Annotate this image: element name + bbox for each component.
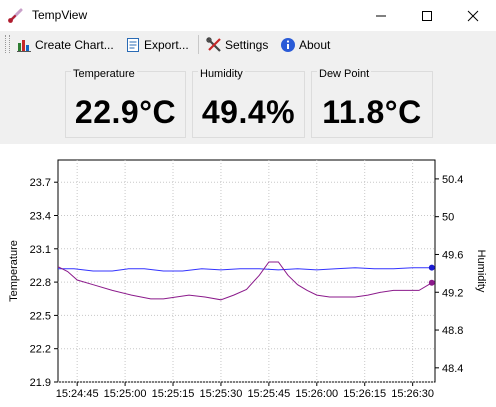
toolbar: Create Chart... Export... Settings About bbox=[0, 31, 496, 58]
y2-tick-label: 50.4 bbox=[442, 174, 463, 186]
temperature-readout: Temperature 22.9°C bbox=[65, 68, 186, 138]
temperature-series-endpoint bbox=[428, 264, 435, 271]
chart-panel: 15:24:45 15:25:00 15:25:15 15:25:30 15:25:45… bbox=[0, 144, 496, 407]
minimize-icon bbox=[376, 15, 386, 17]
y2-tick-label: 48.8 bbox=[442, 325, 463, 337]
settings-label: Settings bbox=[225, 37, 269, 52]
thermometer-icon bbox=[7, 6, 25, 24]
dewpoint-readout: Dew Point 11.8°C bbox=[311, 68, 433, 138]
info-icon bbox=[280, 37, 296, 53]
dewpoint-value: 11.8°C bbox=[322, 94, 422, 130]
x-tick-label: 15:26:00 bbox=[295, 388, 338, 400]
x-tick-label: 15:25:00 bbox=[104, 388, 147, 400]
readout-panel: Temperature 22.9°C Humidity 49.4% Dew Po… bbox=[0, 58, 496, 144]
title-bar: TempView bbox=[0, 0, 496, 31]
y-tick-label: 22.8 bbox=[30, 277, 51, 289]
create-chart-label: Create Chart... bbox=[35, 37, 114, 52]
close-icon bbox=[467, 10, 479, 22]
tools-icon bbox=[206, 36, 222, 53]
export-button[interactable]: Export... bbox=[125, 34, 189, 55]
toolbar-grip[interactable] bbox=[5, 35, 10, 53]
maximize-icon bbox=[422, 11, 432, 21]
minimize-button[interactable] bbox=[358, 0, 404, 31]
temperature-label: Temperature bbox=[71, 68, 137, 80]
y-tick-label: 22.5 bbox=[30, 310, 51, 322]
humidity-readout: Humidity 49.4% bbox=[192, 68, 305, 138]
temperature-value: 22.9°C bbox=[74, 94, 177, 130]
y-tick-label: 23.1 bbox=[30, 244, 51, 256]
window-title: TempView bbox=[32, 8, 88, 22]
line-chart: 15:24:45 15:25:00 15:25:15 15:25:30 15:25:45… bbox=[8, 159, 487, 400]
y-tick-label: 22.2 bbox=[30, 344, 51, 356]
y2-tick-label: 48.4 bbox=[442, 363, 463, 375]
x-tick-label: 15:24:45 bbox=[56, 388, 99, 400]
about-button[interactable]: About bbox=[280, 34, 330, 55]
create-chart-button[interactable]: Create Chart... bbox=[16, 34, 114, 55]
x-tick-label: 15:25:30 bbox=[200, 388, 243, 400]
settings-button[interactable]: Settings bbox=[206, 34, 268, 55]
y-tick-label: 23.7 bbox=[30, 177, 51, 189]
x-tick-label: 15:26:15 bbox=[343, 388, 386, 400]
y2-axis-label: Humidity bbox=[475, 250, 487, 293]
x-tick-label: 15:26:30 bbox=[391, 388, 434, 400]
dewpoint-label: Dew Point bbox=[317, 68, 372, 80]
x-tick-label: 15:25:15 bbox=[152, 388, 195, 400]
about-label: About bbox=[299, 37, 331, 52]
y-tick-label: 23.4 bbox=[30, 211, 51, 223]
maximize-button[interactable] bbox=[404, 0, 450, 31]
humidity-series-endpoint bbox=[428, 279, 435, 286]
humidity-value: 49.4% bbox=[201, 94, 296, 130]
y-tick-label: 21.9 bbox=[30, 377, 51, 389]
chart-icon bbox=[16, 37, 32, 53]
toolbar-separator bbox=[198, 35, 199, 54]
y-axis-label: Temperature bbox=[8, 240, 20, 302]
humidity-label: Humidity bbox=[198, 68, 245, 80]
export-label: Export... bbox=[144, 37, 189, 52]
y2-tick-label: 49.6 bbox=[442, 249, 463, 261]
document-icon bbox=[125, 37, 141, 53]
y2-tick-label: 49.2 bbox=[442, 287, 463, 299]
y2-tick-label: 50 bbox=[442, 212, 454, 224]
x-tick-label: 15:25:45 bbox=[247, 388, 290, 400]
close-button[interactable] bbox=[450, 0, 496, 31]
